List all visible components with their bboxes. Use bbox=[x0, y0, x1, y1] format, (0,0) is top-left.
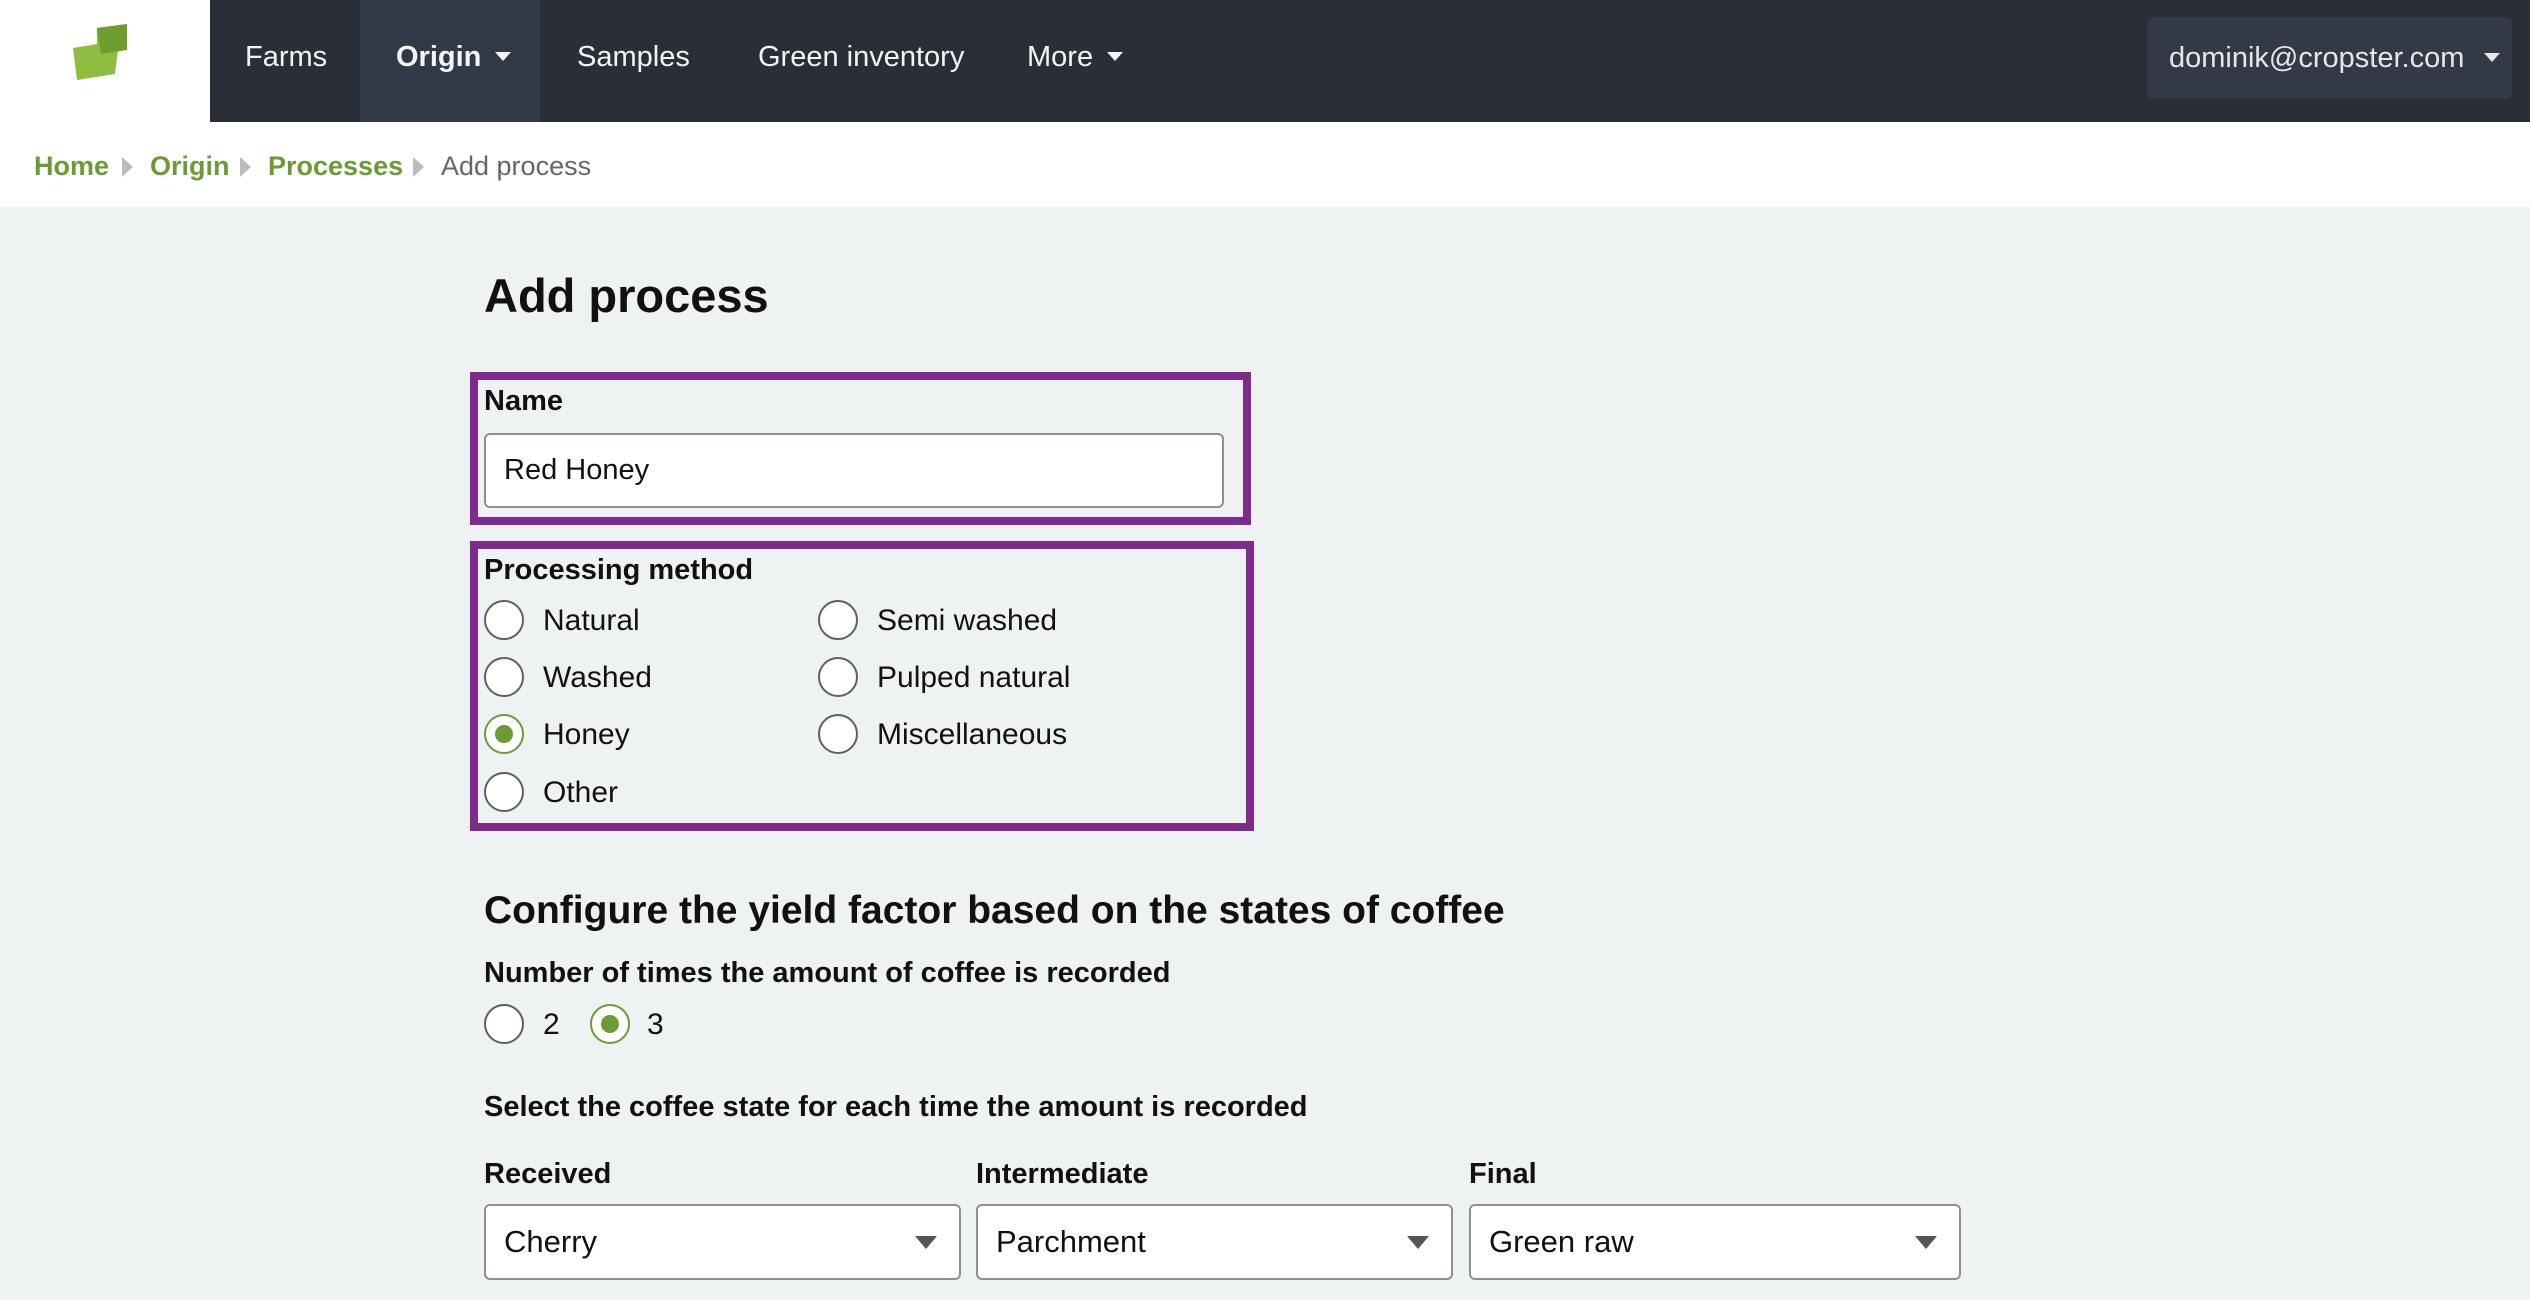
breadcrumb-separator-icon bbox=[413, 157, 424, 177]
radio-count-3[interactable] bbox=[590, 1004, 630, 1044]
radio-count-3-label[interactable]: 3 bbox=[647, 1008, 664, 1042]
final-label: Final bbox=[1469, 1158, 1537, 1190]
chevron-down-icon bbox=[495, 51, 512, 61]
chevron-down-icon bbox=[1107, 51, 1124, 61]
radio-count-2-label[interactable]: 2 bbox=[543, 1008, 560, 1042]
nav-more[interactable]: More bbox=[991, 0, 1159, 122]
nav-green-inventory-label: Green inventory bbox=[758, 41, 965, 73]
record-count-label: Number of times the amount of coffee is … bbox=[484, 957, 1171, 989]
breadcrumb-separator-icon bbox=[240, 157, 251, 177]
radio-other-label[interactable]: Other bbox=[543, 776, 618, 810]
breadcrumb-home[interactable]: Home bbox=[34, 122, 109, 210]
final-state-select[interactable]: Green raw bbox=[1469, 1204, 1961, 1280]
user-email: dominik@cropster.com bbox=[2169, 42, 2465, 74]
intermediate-label: Intermediate bbox=[976, 1158, 1149, 1190]
breadcrumb-origin[interactable]: Origin bbox=[150, 122, 230, 210]
breadcrumb-current: Add process bbox=[441, 151, 592, 181]
nav-farms-label: Farms bbox=[245, 41, 328, 73]
nav-samples-label: Samples bbox=[577, 41, 690, 73]
nav-more-label: More bbox=[1027, 41, 1094, 73]
radio-pulped-natural[interactable] bbox=[818, 657, 858, 697]
breadcrumb: Home Origin Processes Add process bbox=[0, 122, 2530, 207]
name-label: Name bbox=[484, 385, 563, 417]
name-input[interactable] bbox=[484, 433, 1224, 508]
chevron-down-icon bbox=[2484, 52, 2501, 62]
received-label: Received bbox=[484, 1158, 612, 1190]
radio-semi-washed-label[interactable]: Semi washed bbox=[877, 604, 1057, 638]
radio-miscellaneous-label[interactable]: Miscellaneous bbox=[877, 718, 1067, 752]
intermediate-state-value: Parchment bbox=[996, 1224, 1146, 1259]
radio-other[interactable] bbox=[484, 772, 524, 812]
nav-origin[interactable]: Origin bbox=[360, 0, 540, 122]
radio-semi-washed[interactable] bbox=[818, 600, 858, 640]
yield-section-title: Configure the yield factor based on the … bbox=[484, 889, 1505, 932]
breadcrumb-processes[interactable]: Processes bbox=[268, 122, 403, 210]
nav-farms[interactable]: Farms bbox=[210, 0, 362, 122]
radio-count-2[interactable] bbox=[484, 1004, 524, 1044]
received-state-value: Cherry bbox=[504, 1224, 598, 1259]
user-menu[interactable]: dominik@cropster.com bbox=[2147, 17, 2512, 99]
logo[interactable] bbox=[0, 0, 210, 122]
radio-washed[interactable] bbox=[484, 657, 524, 697]
received-state-select[interactable]: Cherry bbox=[484, 1204, 961, 1280]
radio-honey[interactable] bbox=[484, 714, 524, 754]
chevron-down-icon bbox=[1915, 1236, 1937, 1249]
cropster-logo-icon bbox=[73, 24, 127, 80]
final-state-value: Green raw bbox=[1489, 1224, 1634, 1259]
coffee-state-instruction: Select the coffee state for each time th… bbox=[484, 1091, 1308, 1123]
processing-method-label: Processing method bbox=[484, 554, 754, 586]
radio-pulped-natural-label[interactable]: Pulped natural bbox=[877, 661, 1070, 695]
nav-green-inventory[interactable]: Green inventory bbox=[722, 0, 1000, 122]
breadcrumb-separator-icon bbox=[122, 157, 133, 177]
nav-samples[interactable]: Samples bbox=[541, 0, 726, 122]
radio-miscellaneous[interactable] bbox=[818, 714, 858, 754]
page-title: Add process bbox=[484, 269, 769, 322]
nav-origin-label: Origin bbox=[396, 41, 482, 73]
chevron-down-icon bbox=[915, 1236, 937, 1249]
radio-washed-label[interactable]: Washed bbox=[543, 661, 652, 695]
chevron-down-icon bbox=[1407, 1236, 1429, 1249]
radio-natural-label[interactable]: Natural bbox=[543, 604, 640, 638]
top-navbar: Farms Origin Samples Green inventory Mor… bbox=[0, 0, 2530, 122]
radio-honey-label[interactable]: Honey bbox=[543, 718, 630, 752]
intermediate-state-select[interactable]: Parchment bbox=[976, 1204, 1453, 1280]
radio-natural[interactable] bbox=[484, 600, 524, 640]
